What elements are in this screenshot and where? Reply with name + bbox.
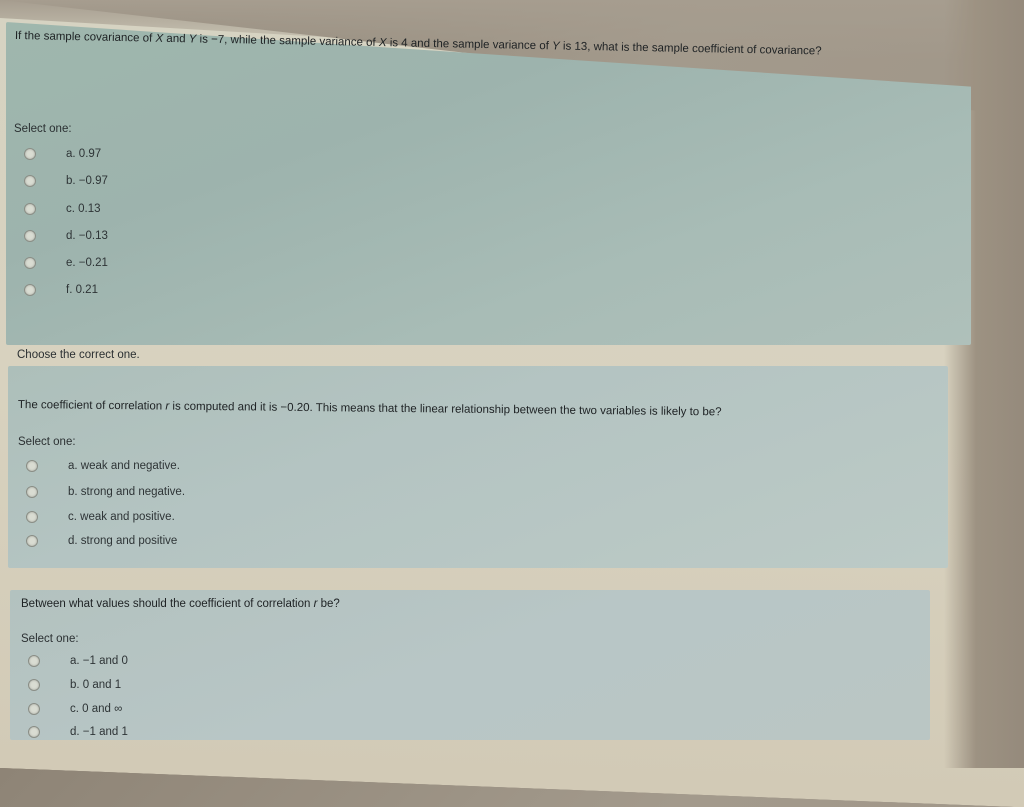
option-label: f. 0.21	[66, 284, 98, 296]
radio-button[interactable]	[28, 679, 40, 691]
option-text: 0 and 1	[82, 679, 122, 691]
option-label: a. 0.97	[66, 148, 101, 160]
option-letter: d.	[66, 230, 76, 242]
q2-text-part: The coefficient of correlation	[17, 399, 166, 413]
radio-button[interactable]	[24, 148, 36, 160]
radio-button[interactable]	[26, 460, 38, 472]
q1-text-part: and	[163, 32, 189, 46]
q3-option-b[interactable]: b. 0 and 1	[28, 679, 121, 691]
radio-button[interactable]	[24, 257, 36, 269]
option-text: −0.13	[78, 230, 108, 242]
radio-button[interactable]	[26, 486, 38, 498]
option-label: d. −1 and 1	[70, 726, 128, 738]
option-letter: c.	[70, 703, 79, 715]
option-label: c. weak and positive.	[68, 511, 175, 523]
q3-text-part: be?	[317, 598, 340, 610]
option-text: −0.21	[78, 257, 108, 269]
select-one-label: Select one:	[21, 633, 79, 645]
option-letter: a.	[70, 655, 80, 667]
q1-option-f[interactable]: f. 0.21	[24, 284, 98, 296]
option-label: b. 0 and 1	[70, 679, 121, 691]
q2-option-c[interactable]: c. weak and positive.	[26, 511, 175, 523]
option-letter: c.	[68, 511, 77, 523]
select-one-label: Select one:	[14, 123, 72, 135]
q3-option-a[interactable]: a. −1 and 0	[28, 655, 128, 667]
option-letter: d.	[68, 535, 78, 547]
option-letter: e.	[66, 257, 76, 269]
option-text: weak and positive.	[80, 511, 175, 523]
option-label: e. −0.21	[66, 257, 108, 269]
radio-button[interactable]	[24, 175, 36, 187]
option-label: c. 0.13	[66, 203, 101, 215]
select-one-label: Select one:	[18, 436, 76, 448]
q3-option-c[interactable]: c. 0 and ∞	[28, 703, 122, 715]
option-text: −1 and 0	[82, 655, 128, 667]
option-letter: a.	[68, 460, 78, 472]
option-label: c. 0 and ∞	[70, 703, 122, 715]
radio-button[interactable]	[28, 655, 40, 667]
option-text: strong and negative.	[80, 486, 186, 498]
q2-option-b[interactable]: b. strong and negative.	[26, 486, 185, 498]
question-card-3	[10, 590, 930, 740]
option-text: −1 and 1	[82, 726, 128, 738]
q3-text-part: Between what values should the coefficie…	[21, 598, 314, 610]
option-letter: b.	[70, 679, 80, 691]
option-label: d. strong and positive	[68, 535, 177, 547]
option-letter: d.	[70, 726, 80, 738]
q2-option-d[interactable]: d. strong and positive	[26, 535, 177, 547]
option-letter: c.	[66, 203, 75, 215]
radio-button[interactable]	[26, 535, 38, 547]
option-label: d. −0.13	[66, 230, 108, 242]
radio-button[interactable]	[24, 284, 36, 296]
question-card-1	[6, 22, 971, 345]
radio-button[interactable]	[24, 203, 36, 215]
q1-option-b[interactable]: b. −0.97	[24, 175, 108, 187]
option-text: strong and positive	[80, 535, 178, 547]
q1-option-c[interactable]: c. 0.13	[24, 203, 101, 215]
option-text: 0.13	[78, 203, 101, 215]
option-text: 0 and ∞	[82, 703, 123, 715]
option-label: b. −0.97	[66, 175, 108, 187]
question-3-text: Between what values should the coefficie…	[21, 598, 340, 610]
radio-button[interactable]	[24, 230, 36, 242]
option-text: weak and negative.	[80, 460, 180, 472]
question-2-prompt: Choose the correct one.	[17, 349, 140, 361]
q1-option-d[interactable]: d. −0.13	[24, 230, 108, 242]
q2-option-a[interactable]: a. weak and negative.	[26, 460, 180, 472]
option-text: 0.21	[75, 284, 98, 296]
option-text: 0.97	[78, 148, 102, 160]
option-letter: f.	[66, 284, 73, 296]
option-letter: b.	[66, 175, 76, 187]
radio-button[interactable]	[28, 726, 40, 738]
option-label: a. −1 and 0	[70, 655, 128, 667]
option-label: a. weak and negative.	[68, 460, 180, 472]
radio-button[interactable]	[26, 511, 38, 523]
q3-option-d[interactable]: d. −1 and 1	[28, 726, 128, 738]
option-label: b. strong and negative.	[68, 486, 185, 498]
q1-option-a[interactable]: a. 0.97	[24, 148, 101, 160]
option-letter: a.	[66, 148, 76, 160]
q1-option-e[interactable]: e. −0.21	[24, 257, 108, 269]
option-letter: b.	[68, 486, 78, 498]
radio-button[interactable]	[28, 703, 40, 715]
option-text: −0.97	[78, 175, 108, 187]
